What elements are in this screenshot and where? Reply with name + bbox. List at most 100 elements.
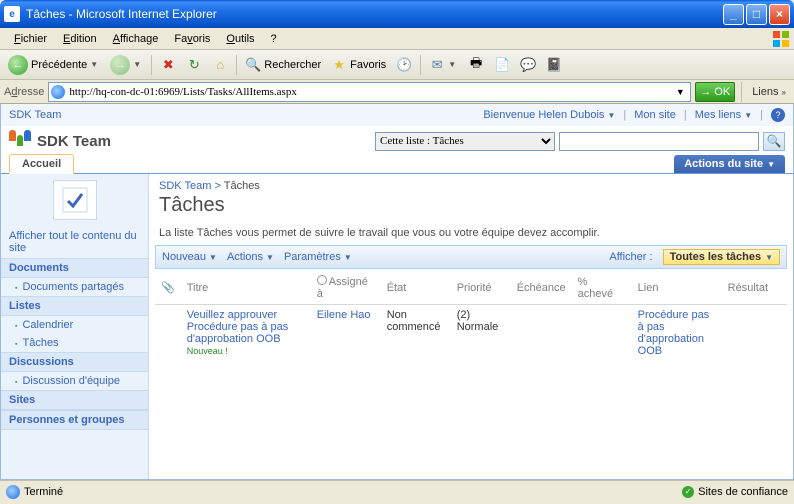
crumb-current: Tâches — [224, 180, 260, 192]
help-icon[interactable]: ? — [771, 108, 785, 122]
address-bar: Adresse ▼ →OK Liens » — [0, 80, 794, 104]
page-title: Tâches — [149, 194, 793, 223]
view-all-content-link[interactable]: Afficher tout le contenu du site — [1, 226, 148, 258]
menu-edition[interactable]: Edition — [55, 31, 105, 47]
col-attachment[interactable]: 📎 — [155, 271, 181, 305]
nav-shared-docs[interactable]: Documents partagés — [1, 278, 148, 296]
nav-team-discussion[interactable]: Discussion d'équipe — [1, 372, 148, 390]
go-button[interactable]: →OK — [695, 82, 735, 102]
col-priority[interactable]: Priorité — [451, 271, 511, 305]
cell-link: Procédure pas à pas d'approbation OOB — [632, 305, 722, 362]
content-frame: SDK Team Bienvenue Helen Dubois ▼ | Mon … — [0, 104, 794, 480]
address-dropdown[interactable]: ▼ — [672, 87, 688, 97]
links-button[interactable]: Liens » — [748, 86, 790, 98]
mysite-link[interactable]: Mon site — [634, 109, 676, 121]
list-description: La liste Tâches vous permet de suivre le… — [149, 223, 793, 243]
global-nav: SDK Team Bienvenue Helen Dubois ▼ | Mon … — [1, 104, 793, 126]
address-box[interactable]: ▼ — [48, 82, 691, 102]
window-title: Tâches - Microsoft Internet Explorer — [26, 7, 723, 21]
menu-affichage[interactable]: Affichage — [105, 31, 167, 47]
browser-toolbar: ←Précédente▼ →▼ ✖ ↻ ⌂ 🔍Rechercher ★Favor… — [0, 50, 794, 80]
cell-assigned: Eilene Hao — [311, 305, 381, 362]
edit-button[interactable]: 📄 — [490, 55, 514, 75]
page-icon — [51, 85, 65, 99]
trusted-sites-icon: ✓ — [682, 486, 694, 498]
discuss-button[interactable]: 💬 — [516, 55, 540, 75]
col-link[interactable]: Lien — [632, 271, 722, 305]
ie-mini-icon — [6, 485, 20, 499]
menu-bar: Fichier Edition Affichage Favoris Outils… — [0, 28, 794, 50]
cell-due — [511, 305, 572, 362]
cell-title: Veuillez approuver Procédure pas à pas d… — [181, 305, 311, 362]
nav-head-discussions[interactable]: Discussions — [1, 352, 148, 372]
mail-button[interactable]: ✉▼ — [425, 55, 462, 75]
cell-priority: (2) Normale — [451, 305, 511, 362]
tasks-table: 📎 Titre Assigné à État Priorité Échéance… — [155, 271, 787, 361]
research-button[interactable]: 📓 — [542, 55, 566, 75]
list-toolbar: Nouveau▼ Actions▼ Paramètres▼ Afficher :… — [155, 245, 787, 269]
main-content: SDK Team > Tâches Tâches La liste Tâches… — [149, 174, 793, 479]
quick-launch: Afficher tout le contenu du site Documen… — [1, 174, 149, 479]
tab-accueil[interactable]: Accueil — [9, 154, 74, 174]
col-assigned[interactable]: Assigné à — [311, 271, 381, 305]
refresh-button[interactable]: ↻ — [182, 55, 206, 75]
address-input[interactable] — [69, 86, 672, 98]
menu-aide[interactable]: ? — [263, 31, 285, 47]
site-header: SDK Team Cette liste : Tâches 🔍 — [1, 126, 793, 152]
search-scope-select[interactable]: Cette liste : Tâches — [375, 132, 555, 151]
address-label: Adresse — [4, 86, 44, 98]
new-menu[interactable]: Nouveau▼ — [162, 251, 217, 263]
menu-favoris[interactable]: Favoris — [166, 31, 218, 47]
menu-fichier[interactable]: Fichier — [6, 31, 55, 47]
maximize-button[interactable]: □ — [746, 4, 767, 25]
site-logo-icon — [9, 130, 31, 152]
back-button[interactable]: ←Précédente▼ — [4, 53, 104, 77]
view-selector[interactable]: Toutes les tâches▼ — [663, 249, 780, 265]
nav-head-documents[interactable]: Documents — [1, 258, 148, 278]
nav-head-people[interactable]: Personnes et groupes — [1, 410, 148, 430]
history-button[interactable]: 🕑 — [392, 55, 416, 75]
ie-icon: e — [4, 6, 20, 22]
status-text: Terminé — [24, 486, 63, 498]
zone-text: Sites de confiance — [698, 486, 788, 498]
close-button[interactable]: × — [769, 4, 790, 25]
minimize-button[interactable]: _ — [723, 4, 744, 25]
actions-menu[interactable]: Actions▼ — [227, 251, 274, 263]
col-due[interactable]: Échéance — [511, 271, 572, 305]
nav-head-lists[interactable]: Listes — [1, 296, 148, 316]
menu-outils[interactable]: Outils — [218, 31, 262, 47]
stop-button[interactable]: ✖ — [156, 55, 180, 75]
col-pct[interactable]: % achevé — [572, 271, 632, 305]
breadcrumb: SDK Team > Tâches — [149, 174, 793, 194]
search-go-button[interactable]: 🔍 — [763, 132, 785, 151]
top-tabs: Accueil Actions du site▼ — [1, 152, 793, 174]
crumb-root[interactable]: SDK Team — [159, 180, 211, 192]
forward-button[interactable]: →▼ — [106, 53, 147, 77]
search-button[interactable]: 🔍Rechercher — [241, 55, 325, 75]
nav-calendar[interactable]: Calendrier — [1, 316, 148, 334]
nav-tasks[interactable]: Tâches — [1, 334, 148, 352]
global-nav-site[interactable]: SDK Team — [9, 109, 61, 121]
paperclip-icon: 📎 — [161, 282, 175, 294]
radio-icon — [317, 275, 327, 285]
nav-head-sites[interactable]: Sites — [1, 390, 148, 410]
site-actions-menu[interactable]: Actions du site▼ — [674, 155, 785, 173]
list-icon — [53, 180, 97, 220]
col-status[interactable]: État — [381, 271, 451, 305]
cell-result — [722, 305, 787, 362]
mylinks-menu[interactable]: Mes liens ▼ — [695, 109, 752, 121]
favorites-button[interactable]: ★Favoris — [327, 55, 390, 75]
welcome-menu[interactable]: Bienvenue Helen Dubois ▼ — [483, 109, 615, 121]
site-title: SDK Team — [37, 133, 375, 150]
table-row[interactable]: Veuillez approuver Procédure pas à pas d… — [155, 305, 787, 362]
settings-menu[interactable]: Paramètres▼ — [284, 251, 352, 263]
print-button[interactable]: 🖶 — [464, 55, 488, 75]
show-label: Afficher : — [609, 251, 652, 263]
window-titlebar: e Tâches - Microsoft Internet Explorer _… — [0, 0, 794, 28]
windows-logo-icon — [772, 30, 790, 48]
col-result[interactable]: Résultat — [722, 271, 787, 305]
home-button[interactable]: ⌂ — [208, 55, 232, 75]
cell-pct — [572, 305, 632, 362]
col-title[interactable]: Titre — [181, 271, 311, 305]
search-input[interactable] — [559, 132, 759, 151]
